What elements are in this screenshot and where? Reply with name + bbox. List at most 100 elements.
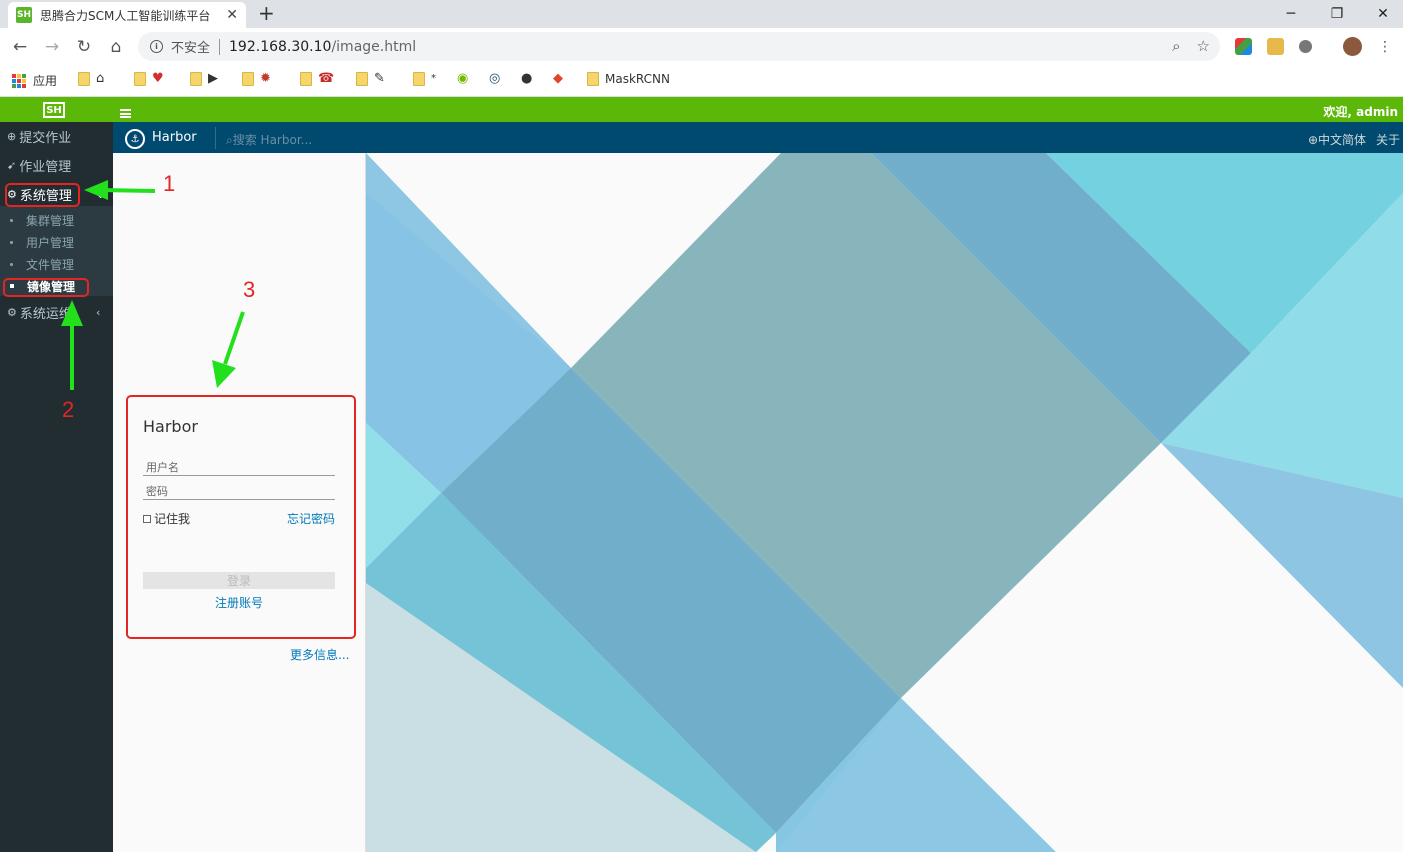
pen-icon: ✎	[374, 71, 385, 86]
bookmark-folder-pen[interactable]: ✎	[356, 72, 385, 86]
bookmark-apps[interactable]: 应用	[12, 72, 57, 89]
sidebar-item-system-ops[interactable]: ⚙ 系统运维 ‹	[0, 298, 113, 326]
annotation-number-2: 2	[62, 397, 75, 422]
gitlab-icon: ◆	[553, 71, 563, 86]
home-icon: ⌂	[96, 71, 105, 86]
site-info-icon[interactable]: i	[150, 40, 163, 53]
folder-icon	[190, 72, 202, 86]
bookmark-maskrcnn[interactable]: MaskRCNN	[587, 72, 670, 86]
bookmark-github[interactable]: ●	[521, 72, 532, 86]
forward-arrow-icon[interactable]: →	[41, 36, 63, 58]
minimize-button[interactable]: ─	[1268, 0, 1314, 28]
bookmark-star-icon[interactable]: ☆	[1197, 37, 1210, 55]
browser-tab-strip: SH 思腾合力SCM人工智能训练平台 ✕ + ─ ❐ ✕	[0, 0, 1403, 28]
sidebar-item-label: 提交作业	[19, 130, 72, 146]
extension-notes-icon[interactable]	[1267, 38, 1284, 55]
language-selector[interactable]: ⊕中文简体	[1308, 131, 1366, 148]
rocket-icon: ➹	[7, 158, 17, 172]
extension-color-icon[interactable]	[1235, 38, 1252, 55]
bug-icon: ✹	[260, 71, 271, 86]
folder-icon	[587, 72, 599, 86]
folder-icon	[413, 72, 425, 86]
home-icon[interactable]: ⌂	[105, 36, 127, 58]
url-separator	[219, 38, 221, 55]
url-host: 192.168.30.10	[229, 38, 332, 55]
menu-toggle-icon[interactable]	[120, 109, 131, 118]
harbor-logo-icon[interactable]: ⚓	[125, 129, 145, 149]
bookmark-folder-heart[interactable]: ♥	[134, 72, 164, 86]
bookmark-apps-label: 应用	[33, 74, 58, 88]
back-arrow-icon[interactable]: ←	[9, 36, 31, 58]
tab-close-icon[interactable]: ✕	[226, 7, 238, 23]
bookmark-folder-star[interactable]: *	[413, 72, 436, 86]
sidebar-item-submit-job[interactable]: ⊕ 提交作业	[0, 122, 113, 150]
bullet-icon	[10, 218, 13, 222]
bookmark-gitlab[interactable]: ◆	[553, 72, 563, 86]
annotation-number-1: 1	[163, 171, 176, 196]
annotation-box-system-management	[5, 183, 80, 207]
play-icon: ▶	[208, 71, 218, 86]
phone-icon: ☎	[318, 71, 335, 86]
chevron-left-icon: ‹	[96, 305, 101, 319]
plus-circle-icon: ⊕	[7, 129, 17, 143]
folder-icon	[356, 72, 368, 86]
submenu-item-cluster[interactable]: 集群管理	[0, 209, 113, 231]
bullet-icon	[10, 262, 13, 266]
folder-icon	[134, 72, 146, 86]
bookmark-maskrcnn-label: MaskRCNN	[605, 72, 670, 86]
submenu-item-label: 文件管理	[26, 257, 75, 272]
close-window-button[interactable]: ✕	[1360, 0, 1403, 28]
address-bar[interactable]: i 不安全 192.168.30.10/image.html ⌕ ☆	[138, 32, 1220, 61]
browser-menu-icon[interactable]: ⋮	[1374, 36, 1396, 58]
extension-circle-icon[interactable]	[1299, 40, 1312, 53]
folder-extra-label: *	[431, 73, 436, 84]
reload-icon[interactable]: ↻	[73, 36, 95, 58]
bookmark-nvidia[interactable]: ◉	[457, 72, 468, 86]
github-icon: ●	[521, 71, 533, 86]
harbor-divider	[215, 127, 216, 149]
new-tab-button[interactable]: +	[258, 2, 275, 24]
sidebar-item-label: 系统运维	[19, 306, 72, 322]
harbor-background-art	[366, 153, 1403, 852]
browser-tab[interactable]: SH 思腾合力SCM人工智能训练平台 ✕	[8, 2, 246, 28]
welcome-user[interactable]: 欢迎, admin	[1323, 103, 1398, 120]
submenu-item-files[interactable]: 文件管理	[0, 253, 113, 275]
app-logo[interactable]: SH	[43, 102, 65, 118]
more-info-link[interactable]: 更多信息...	[290, 646, 349, 663]
about-link[interactable]: 关于	[1376, 131, 1400, 148]
gears-icon: ⚙	[7, 305, 17, 319]
geometric-background	[366, 153, 1403, 852]
sidebar-item-label: 作业管理	[19, 159, 72, 175]
zoom-icon[interactable]: ⌕	[1172, 37, 1180, 55]
harbor-header: ⚓ Harbor ⌕搜索 Harbor... ⊕中文简体 关于	[113, 122, 1403, 153]
bookmark-folder-home[interactable]: ⌂	[78, 72, 104, 86]
harbor-brand[interactable]: Harbor	[152, 130, 197, 145]
bookmark-folder-phone[interactable]: ☎	[300, 72, 334, 86]
bookmark-folder-play[interactable]: ▶	[190, 72, 218, 86]
sidebar-item-job-management[interactable]: ➹ 作业管理	[0, 151, 113, 179]
bullet-icon	[10, 240, 13, 244]
harbor-search-input[interactable]: ⌕搜索 Harbor...	[226, 131, 312, 148]
heart-icon: ♥	[152, 71, 164, 86]
submenu-item-label: 集群管理	[26, 213, 75, 228]
browser-toolbar: ← → ↻ ⌂ i 不安全 192.168.30.10/image.html ⌕…	[0, 28, 1403, 66]
nvidia-icon: ◉	[457, 71, 469, 86]
restore-button[interactable]: ❐	[1314, 0, 1360, 28]
submenu-item-users[interactable]: 用户管理	[0, 231, 113, 253]
bookmarks-bar: 应用 ⌂ ♥ ▶ ✹ ☎ ✎ * ◉ ◎ ● ◆ MaskRCNN	[0, 66, 1403, 97]
apps-grid-icon	[12, 73, 26, 88]
eye-icon: ◎	[489, 71, 501, 86]
folder-icon	[300, 72, 312, 86]
bookmark-openmmlab[interactable]: ◎	[489, 72, 500, 86]
bookmark-folder-bug[interactable]: ✹	[242, 72, 271, 86]
tab-favicon-icon: SH	[16, 7, 32, 23]
profile-avatar[interactable]	[1343, 37, 1362, 56]
folder-icon	[242, 72, 254, 86]
annotation-number-3: 3	[243, 277, 256, 302]
url-text[interactable]: 192.168.30.10/image.html	[229, 39, 416, 55]
harbor-search-placeholder: 搜索 Harbor...	[232, 133, 313, 147]
tab-title: 思腾合力SCM人工智能训练平台	[40, 8, 211, 23]
security-label: 不安全	[171, 41, 211, 56]
folder-icon	[78, 72, 90, 86]
annotation-box-image-management	[3, 278, 89, 297]
